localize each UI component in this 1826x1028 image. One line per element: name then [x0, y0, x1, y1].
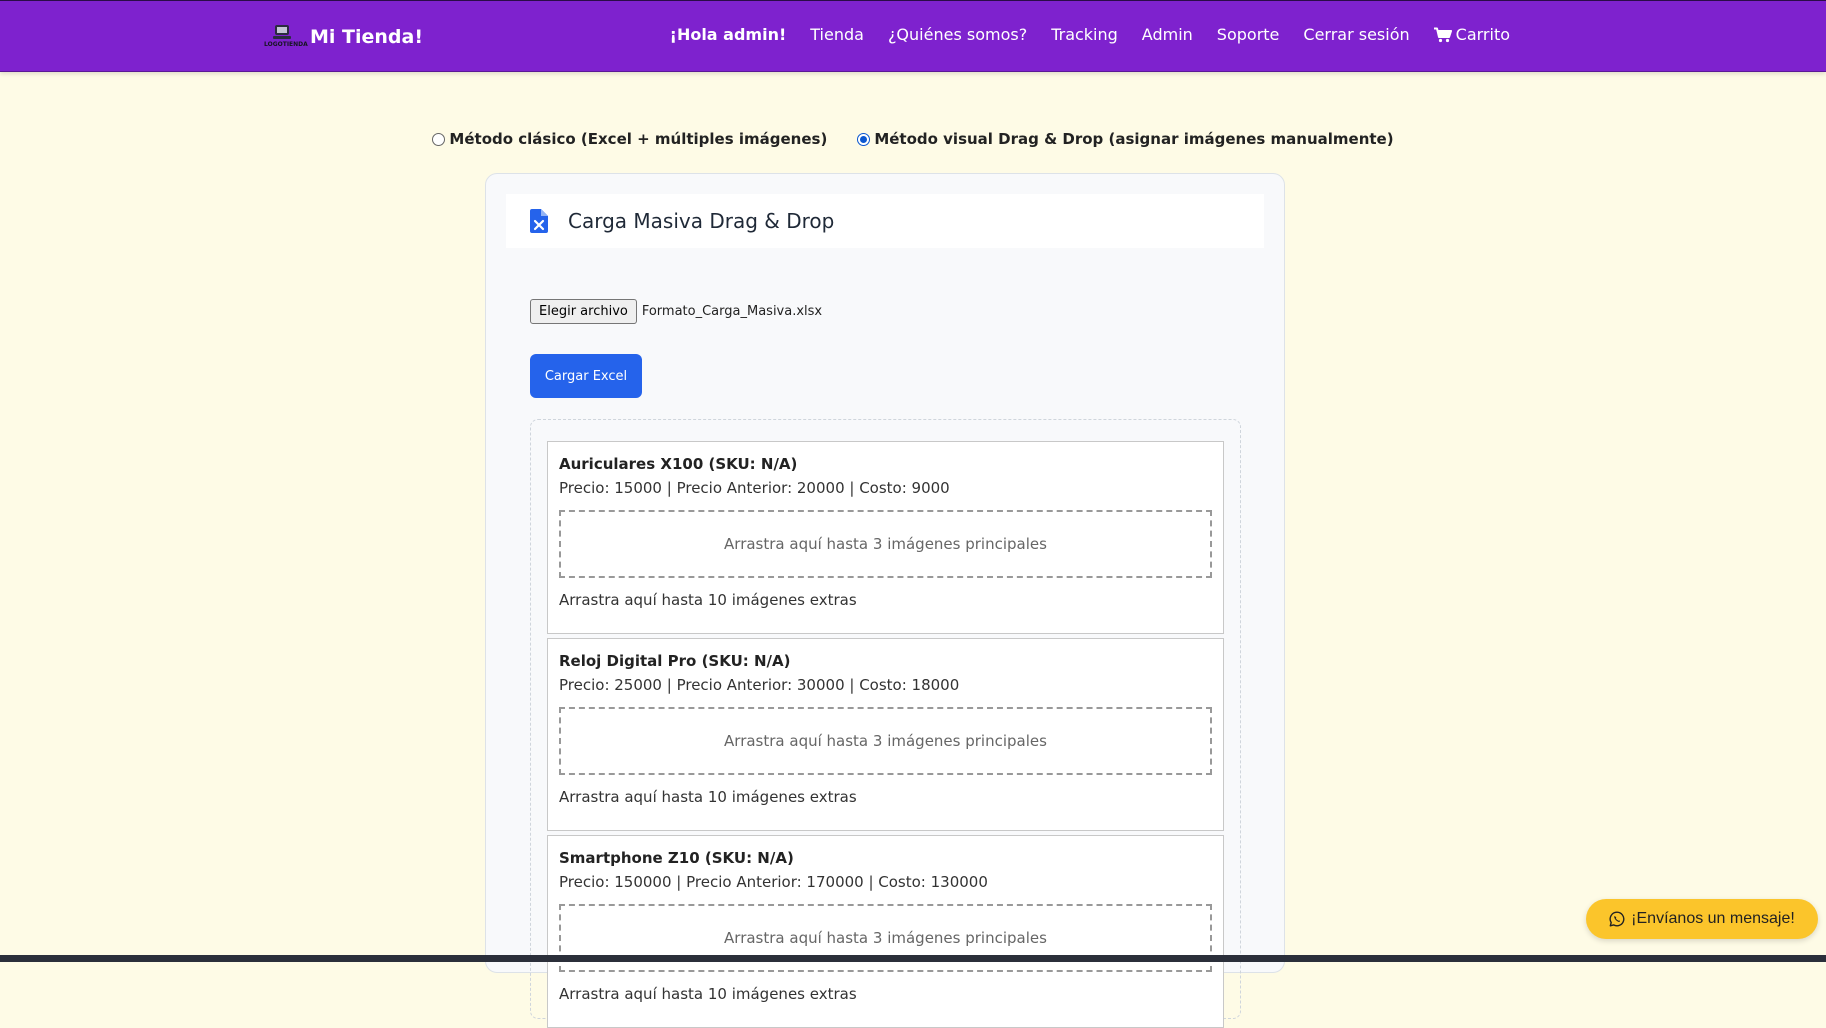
method-dragdrop-option[interactable]: Método visual Drag & Drop (asignar imáge… [857, 130, 1394, 148]
bottom-bar [0, 955, 1826, 962]
nav-link-soporte[interactable]: Soporte [1217, 25, 1280, 44]
cart-icon [1433, 27, 1452, 42]
extra-images-dropzone[interactable]: Arrastra aquí hasta 10 imágenes extras [559, 591, 857, 609]
file-input: Elegir archivo Formato_Carga_Masiva.xlsx [530, 299, 822, 324]
card-title: Carga Masiva Drag & Drop [568, 209, 835, 233]
whatsapp-label: ¡Envíanos un mensaje! [1631, 910, 1795, 927]
nav-link-quienes-somos[interactable]: ¿Quiénes somos? [888, 25, 1027, 44]
brand-logo-text: LOGOTIENDA [264, 41, 308, 48]
excel-file-icon [530, 209, 548, 233]
bulk-upload-card: Carga Masiva Drag & Drop Elegir archivo … [485, 173, 1285, 1028]
selected-file-name: Formato_Carga_Masiva.xlsx [641, 304, 823, 319]
nav-link-tracking[interactable]: Tracking [1051, 25, 1118, 44]
product-prices: Precio: 150000 | Precio Anterior: 170000… [559, 873, 988, 891]
extra-images-dropzone[interactable]: Arrastra aquí hasta 10 imágenes extras [559, 985, 857, 1003]
nav-link-admin[interactable]: Admin [1142, 25, 1193, 44]
method-classic-option[interactable]: Método clásico (Excel + múltiples imágen… [432, 130, 827, 148]
brand-name: Mi Tienda! [310, 26, 424, 48]
nav-greeting[interactable]: ¡Hola admin! [670, 25, 787, 44]
method-dragdrop-radio[interactable] [857, 132, 871, 146]
load-excel-button[interactable]: Cargar Excel [530, 354, 642, 398]
product-name: Reloj Digital Pro (SKU: N/A) [559, 652, 791, 670]
nav-links: ¡Hola admin! Tienda ¿Quiénes somos? Trac… [670, 25, 1510, 44]
card-header: Carga Masiva Drag & Drop [506, 194, 1264, 248]
upload-method-selector: Método clásico (Excel + múltiples imágen… [0, 130, 1826, 148]
main-images-dropzone[interactable]: Arrastra aquí hasta 3 imágenes principal… [559, 707, 1212, 775]
product-list: Auriculares X100 (SKU: N/A) Precio: 1500… [530, 419, 1241, 1028]
product-card: Auriculares X100 (SKU: N/A) Precio: 1500… [547, 441, 1224, 634]
product-prices: Precio: 15000 | Precio Anterior: 20000 |… [559, 479, 950, 497]
brand-link[interactable]: LOGOTIENDA Mi Tienda! [264, 23, 423, 51]
nav-link-tienda[interactable]: Tienda [810, 25, 864, 44]
laptop-logo-icon: LOGOTIENDA [264, 23, 308, 51]
product-card: Reloj Digital Pro (SKU: N/A) Precio: 250… [547, 638, 1224, 831]
product-name: Smartphone Z10 (SKU: N/A) [559, 849, 794, 867]
cart-label: Carrito [1455, 25, 1510, 44]
whatsapp-message-button[interactable]: ¡Envíanos un mensaje! [1586, 899, 1818, 939]
product-name: Auriculares X100 (SKU: N/A) [559, 455, 798, 473]
main-images-dropzone[interactable]: Arrastra aquí hasta 3 imágenes principal… [559, 510, 1212, 578]
navbar: LOGOTIENDA Mi Tienda! ¡Hola admin! Tiend… [0, 0, 1826, 72]
extra-images-dropzone[interactable]: Arrastra aquí hasta 10 imágenes extras [559, 788, 857, 806]
method-dragdrop-label: Método visual Drag & Drop (asignar imáge… [874, 130, 1394, 148]
nav-link-cerrar-sesion[interactable]: Cerrar sesión [1303, 25, 1409, 44]
method-classic-radio[interactable] [432, 132, 446, 146]
product-prices: Precio: 25000 | Precio Anterior: 30000 |… [559, 676, 960, 694]
choose-file-button[interactable]: Elegir archivo [530, 299, 637, 324]
method-classic-label: Método clásico (Excel + múltiples imágen… [449, 130, 828, 148]
product-card: Smartphone Z10 (SKU: N/A) Precio: 150000… [547, 835, 1224, 1028]
nav-link-carrito[interactable]: Carrito [1433, 25, 1510, 44]
whatsapp-icon [1609, 911, 1625, 927]
